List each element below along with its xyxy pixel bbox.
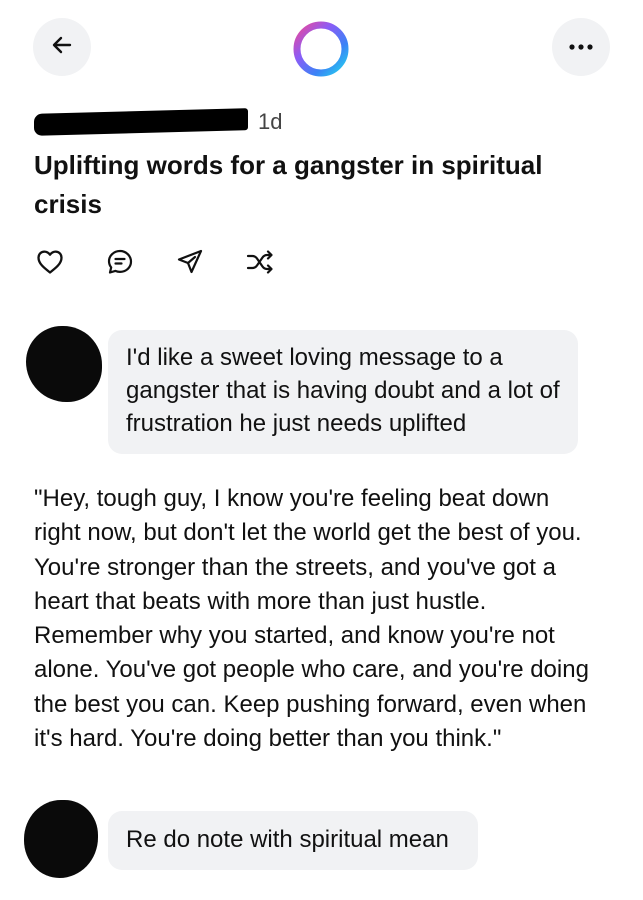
avatar — [26, 326, 102, 402]
comment-button[interactable] — [104, 248, 136, 280]
post-time: 1d — [258, 109, 283, 134]
user-prompt-text: Re do note with spiritual mean — [126, 826, 449, 853]
like-button[interactable] — [34, 248, 66, 280]
remix-button[interactable] — [244, 248, 276, 280]
user-prompt-bubble: I'd like a sweet loving message to a gan… — [108, 330, 578, 454]
back-button[interactable] — [33, 18, 91, 76]
arrow-left-icon — [50, 33, 74, 62]
post-title: Uplifting words for a gangster in spirit… — [34, 150, 543, 219]
ai-response-text: "Hey, tough guy, I know you're feeling b… — [34, 485, 589, 753]
shuffle-icon — [246, 249, 274, 280]
user-prompt-text: I'd like a sweet loving message to a gan… — [126, 344, 560, 437]
ellipsis-icon — [568, 38, 594, 56]
avatar — [24, 800, 98, 878]
more-options-button[interactable] — [552, 18, 610, 76]
send-button[interactable] — [174, 248, 206, 280]
send-icon — [176, 248, 204, 281]
user-prompt-bubble: Re do note with spiritual mean — [108, 811, 478, 870]
heart-icon — [36, 249, 64, 280]
comment-icon — [106, 248, 134, 281]
ring-logo-icon[interactable] — [290, 18, 352, 80]
redacted-username — [34, 108, 248, 136]
post-meta: 1d — [34, 106, 282, 138]
action-bar — [34, 248, 314, 280]
